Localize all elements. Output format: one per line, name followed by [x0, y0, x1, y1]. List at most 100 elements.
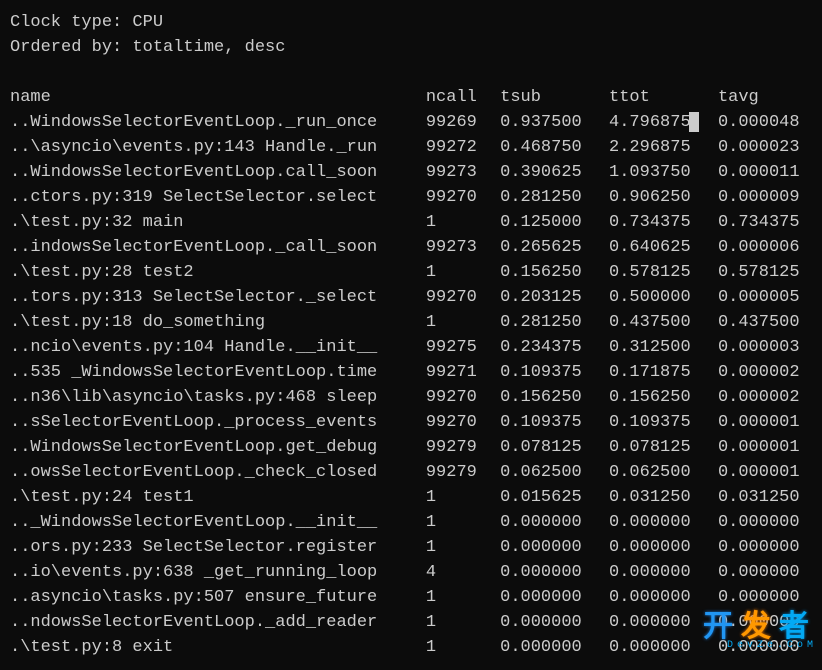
cell-ttot: 0.640625 [609, 235, 718, 260]
cell-name: ..WindowsSelectorEventLoop.call_soon [10, 160, 426, 185]
cell-ncall: 1 [426, 535, 500, 560]
cell-tsub: 0.281250 [500, 185, 609, 210]
cell-tsub: 0.156250 [500, 385, 609, 410]
cell-tavg: 0.000001 [718, 435, 812, 460]
cell-ttot: 0.000000 [609, 535, 718, 560]
clock-type-line: Clock type: CPU [10, 10, 812, 35]
cell-ttot: 4.796875 [609, 110, 718, 135]
cell-tavg: 0.000001 [718, 460, 812, 485]
cell-tavg: 0.000000 [718, 585, 812, 610]
table-row: ..ors.py:233 SelectSelector.register10.0… [10, 535, 812, 560]
cursor-icon [689, 112, 699, 132]
cell-ncall: 99279 [426, 460, 500, 485]
cell-name: ..n36\lib\asyncio\tasks.py:468 sleep [10, 385, 426, 410]
cell-ncall: 1 [426, 260, 500, 285]
cell-ttot: 0.171875 [609, 360, 718, 385]
table-row: ..ncio\events.py:104 Handle.__init__9927… [10, 335, 812, 360]
cell-ncall: 1 [426, 310, 500, 335]
table-row: ..\asyncio\events.py:143 Handle._run9927… [10, 135, 812, 160]
table-row: ..ndowsSelectorEventLoop._add_reader10.0… [10, 610, 812, 635]
table-row: .\test.py:18 do_something10.2812500.4375… [10, 310, 812, 335]
cell-name: ..tors.py:313 SelectSelector._select [10, 285, 426, 310]
table-row: ..io\events.py:638 _get_running_loop4 0.0… [10, 560, 812, 585]
cell-ncall: 99275 [426, 335, 500, 360]
table-row: .._WindowsSelectorEventLoop.__init__10.0… [10, 510, 812, 535]
table-row: ..owsSelectorEventLoop._check_closed9927… [10, 460, 812, 485]
cell-ttot: 2.296875 [609, 135, 718, 160]
cell-ttot: 0.031250 [609, 485, 718, 510]
col-header-tsub: tsub [500, 85, 609, 110]
cell-name: ..ors.py:233 SelectSelector.register [10, 535, 426, 560]
table-row: .\test.py:28 test210.1562500.5781250.578… [10, 260, 812, 285]
cell-ncall: 99273 [426, 160, 500, 185]
cell-tavg: 0.000003 [718, 335, 812, 360]
cell-tavg: 0.000023 [718, 135, 812, 160]
cell-ncall: 99270 [426, 385, 500, 410]
cell-ncall: 99279 [426, 435, 500, 460]
cell-tavg: 0.000011 [718, 160, 812, 185]
table-row: ..tors.py:313 SelectSelector._select9927… [10, 285, 812, 310]
table-row: .\test.py:8 exit10.0000000.0000000.00000… [10, 635, 812, 660]
cell-tavg: 0.437500 [718, 310, 812, 335]
cell-ttot: 0.906250 [609, 185, 718, 210]
profiler-table: name ncall tsub ttot tavg ..WindowsSelec… [10, 85, 812, 660]
cell-tsub: 0.109375 [500, 360, 609, 385]
cell-ncall: 1 [426, 210, 500, 235]
cell-name: ..ncio\events.py:104 Handle.__init__ [10, 335, 426, 360]
cell-tsub: 0.109375 [500, 410, 609, 435]
cell-ttot: 0.109375 [609, 410, 718, 435]
cell-tsub: 0.015625 [500, 485, 609, 510]
cell-tavg: 0.000000 [718, 635, 812, 660]
cell-ncall: 99270 [426, 285, 500, 310]
cell-ncall: 99272 [426, 135, 500, 160]
cell-ncall: 1 [426, 485, 500, 510]
col-header-name: name [10, 85, 426, 110]
cell-tavg: 0.000002 [718, 385, 812, 410]
cell-ncall: 99273 [426, 235, 500, 260]
table-row: ..ctors.py:319 SelectSelector.select9927… [10, 185, 812, 210]
cell-tsub: 0.156250 [500, 260, 609, 285]
cell-tavg: 0.000002 [718, 360, 812, 385]
cell-ncall: 4 [426, 560, 500, 585]
cell-name: .\test.py:18 do_something [10, 310, 426, 335]
cell-ttot: 0.000000 [609, 635, 718, 660]
cell-name: .\test.py:24 test1 [10, 485, 426, 510]
cell-tsub: 0.203125 [500, 285, 609, 310]
cell-tsub: 0.062500 [500, 460, 609, 485]
cell-ttot: 0.078125 [609, 435, 718, 460]
cell-name: ..ctors.py:319 SelectSelector.select [10, 185, 426, 210]
cell-tavg: 0.000000 [718, 535, 812, 560]
header-row: name ncall tsub ttot tavg [10, 85, 812, 110]
cell-tavg: 0.000000 [718, 560, 812, 585]
cell-tsub: 0.078125 [500, 435, 609, 460]
cell-tsub: 0.000000 [500, 510, 609, 535]
table-row: ..WindowsSelectorEventLoop.call_soon9927… [10, 160, 812, 185]
cell-ttot: 0.578125 [609, 260, 718, 285]
cell-ttot: 0.156250 [609, 385, 718, 410]
cell-name: .\test.py:28 test2 [10, 260, 426, 285]
cell-tavg: 0.000000 [718, 610, 812, 635]
cell-name: .\test.py:8 exit [10, 635, 426, 660]
cell-ncall: 99269 [426, 110, 500, 135]
cell-ncall: 1 [426, 635, 500, 660]
cell-name: .._WindowsSelectorEventLoop.__init__ [10, 510, 426, 535]
cell-tsub: 0.125000 [500, 210, 609, 235]
cell-name: ..io\events.py:638 _get_running_loop [10, 560, 426, 585]
cell-tsub: 0.000000 [500, 635, 609, 660]
cell-ttot: 1.093750 [609, 160, 718, 185]
cell-ttot: 0.000000 [609, 585, 718, 610]
table-row: ..WindowsSelectorEventLoop._run_once9926… [10, 110, 812, 135]
table-row: ..indowsSelectorEventLoop._call_soon9927… [10, 235, 812, 260]
table-row: ..n36\lib\asyncio\tasks.py:468 sleep9927… [10, 385, 812, 410]
cell-ncall: 99271 [426, 360, 500, 385]
cell-ncall: 1 [426, 510, 500, 535]
cell-name: ..asyncio\tasks.py:507 ensure_future [10, 585, 426, 610]
cell-tavg: 0.000006 [718, 235, 812, 260]
col-header-ncall: ncall [426, 85, 500, 110]
cell-tavg: 0.000000 [718, 510, 812, 535]
table-row: .\test.py:32 main10.1250000.7343750.7343… [10, 210, 812, 235]
cell-ttot: 0.062500 [609, 460, 718, 485]
table-row: ..535 _WindowsSelectorEventLoop.time9927… [10, 360, 812, 385]
cell-tsub: 0.000000 [500, 535, 609, 560]
cell-name: ..WindowsSelectorEventLoop._run_once [10, 110, 426, 135]
